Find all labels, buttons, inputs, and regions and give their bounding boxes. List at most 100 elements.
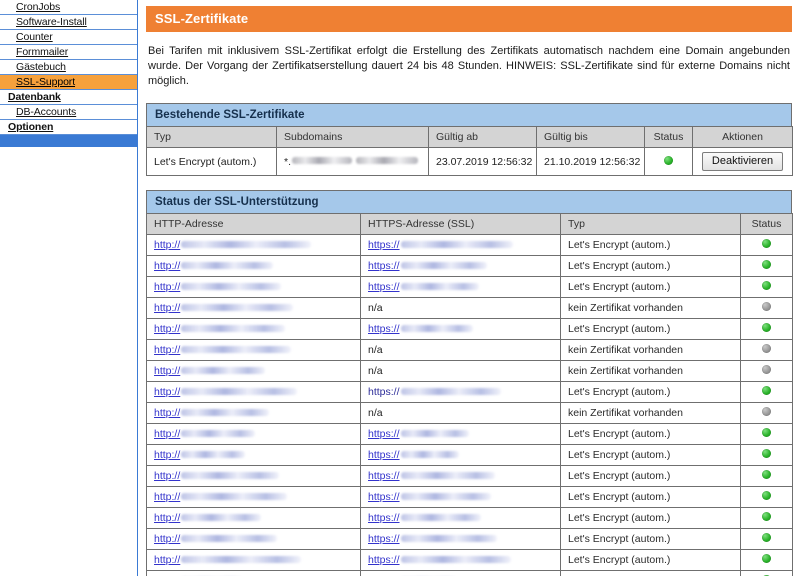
http-address-link[interactable]: http:// (154, 449, 180, 461)
https-address-link[interactable]: https:// (368, 386, 400, 398)
https-address-cell: n/a (360, 297, 561, 319)
http-address-cell[interactable]: http:// (146, 339, 361, 361)
https-address-cell[interactable]: https:// (360, 423, 561, 445)
sidebar-item-optionen[interactable]: Optionen (0, 120, 137, 135)
http-address-link[interactable]: http:// (154, 281, 180, 293)
redacted-text (181, 450, 246, 458)
main-content: SSL-Zertifikate Bei Tarifen mit inklusiv… (138, 0, 800, 576)
status-dot-active (762, 260, 771, 269)
https-address-cell[interactable]: https:// (360, 276, 561, 298)
redacted-text (181, 513, 262, 521)
https-address-link[interactable]: https:// (368, 428, 400, 440)
http-address-cell[interactable]: http:// (146, 297, 361, 319)
redacted-text (181, 303, 294, 311)
http-address-cell[interactable]: http:// (146, 360, 361, 382)
http-address-cell[interactable]: http:// (146, 318, 361, 340)
https-address-cell[interactable]: https:// (360, 444, 561, 466)
https-address-cell[interactable]: https:// (360, 465, 561, 487)
https-address-link[interactable]: https:// (368, 449, 400, 461)
http-address-cell[interactable]: http:// (146, 234, 361, 256)
redacted-text (355, 157, 418, 165)
cert-status-cell (644, 147, 693, 176)
http-address-link[interactable]: http:// (154, 428, 180, 440)
http-address-cell[interactable]: http:// (146, 381, 361, 403)
http-address-link[interactable]: http:// (154, 344, 180, 356)
https-address-cell[interactable]: https:// (360, 486, 561, 508)
certificate-type-cell: kein Zertifikat vorhanden (560, 297, 741, 319)
http-address-cell[interactable]: http:// (146, 465, 361, 487)
https-address-link[interactable]: https:// (368, 533, 400, 545)
ssl-status-cell (740, 444, 793, 466)
status-dot-active (762, 281, 771, 290)
page-root: CronJobs Software-Install Counter Formmaile… (0, 0, 800, 576)
https-address-cell[interactable]: https:// (360, 234, 561, 256)
sidebar-item-g-stebuch[interactable]: Gästebuch (0, 60, 137, 75)
cert-subdomains: *. (276, 147, 429, 176)
sidebar-item-datenbank[interactable]: Datenbank (0, 90, 137, 105)
deactivate-button[interactable]: Deaktivieren (701, 152, 784, 171)
http-address-cell[interactable]: http:// (146, 276, 361, 298)
http-address-cell[interactable]: http:// (146, 507, 361, 529)
http-address-cell[interactable]: http:// (146, 255, 361, 277)
table-row: http:// https:// Let's Encrypt (autom.) (146, 444, 793, 466)
http-address-link[interactable]: http:// (154, 302, 180, 314)
redacted-text (181, 387, 298, 395)
https-address-link[interactable]: https:// (368, 512, 400, 524)
column-header-typ: Typ (146, 126, 277, 148)
http-address-link[interactable]: http:// (154, 323, 180, 335)
https-address-link[interactable]: https:// (368, 323, 400, 335)
http-address-link[interactable]: http:// (154, 260, 180, 272)
status-dot-inactive (762, 344, 771, 353)
sidebar-item-cronjobs[interactable]: CronJobs (0, 0, 137, 15)
https-address-link[interactable]: https:// (368, 260, 400, 272)
cert-valid-from: 23.07.2019 12:56:32 (428, 147, 537, 176)
http-address-link[interactable]: http:// (154, 407, 180, 419)
http-address-cell[interactable]: http:// (146, 486, 361, 508)
redacted-text (400, 471, 495, 479)
status-dot-active (762, 449, 771, 458)
http-address-cell[interactable]: http:// (146, 444, 361, 466)
column-header-typ: Typ (560, 213, 741, 235)
https-address-cell[interactable]: https:// (360, 318, 561, 340)
http-address-link[interactable]: http:// (154, 533, 180, 545)
status-dot-active (762, 323, 771, 332)
page-title: SSL-Zertifikate (146, 6, 792, 32)
http-address-link[interactable]: http:// (154, 512, 180, 524)
http-address-cell[interactable]: http:// (146, 402, 361, 424)
status-dot-inactive (762, 407, 771, 416)
http-address-cell[interactable]: http:// (146, 549, 361, 571)
https-address-link[interactable]: https:// (368, 554, 400, 566)
https-address-cell[interactable]: https:// (360, 549, 561, 571)
https-address-link[interactable]: https:// (368, 470, 400, 482)
https-address-cell[interactable]: https:// (360, 255, 561, 277)
http-address-link[interactable]: http:// (154, 386, 180, 398)
status-dot-inactive (762, 302, 771, 311)
https-address-cell[interactable]: https:// (360, 570, 561, 576)
http-address-link[interactable]: http:// (154, 239, 180, 251)
ssl-status-cell (740, 360, 793, 382)
http-address-cell[interactable]: http:// (146, 528, 361, 550)
https-address-cell[interactable]: https:// (360, 528, 561, 550)
sidebar-item-software-install[interactable]: Software-Install (0, 15, 137, 30)
http-address-link[interactable]: http:// (154, 365, 180, 377)
http-address-cell[interactable]: http:// (146, 570, 361, 576)
http-address-link[interactable]: http:// (154, 491, 180, 503)
ssl-status-cell (740, 339, 793, 361)
sidebar-item-formmailer[interactable]: Formmailer (0, 45, 137, 60)
http-address-link[interactable]: http:// (154, 554, 180, 566)
sidebar-item-counter[interactable]: Counter (0, 30, 137, 45)
https-address-link[interactable]: https:// (368, 281, 400, 293)
https-address-cell[interactable]: https:// (360, 507, 561, 529)
https-address-link[interactable]: https:// (368, 239, 400, 251)
http-address-cell[interactable]: http:// (146, 423, 361, 445)
ssl-status-cell (740, 381, 793, 403)
http-address-link[interactable]: http:// (154, 470, 180, 482)
table-body: Let's Encrypt (autom.) *. 23.07.2019 12:5… (146, 147, 793, 176)
https-address-cell[interactable]: https:// (360, 381, 561, 403)
table-header-row: HTTP-Adresse HTTPS-Adresse (SSL) Typ Status (146, 213, 793, 235)
https-address-link[interactable]: https:// (368, 491, 400, 503)
sidebar-item-db-accounts[interactable]: DB-Accounts (0, 105, 137, 120)
sidebar-item-ssl-support[interactable]: SSL-Support (0, 75, 137, 90)
table-row: http:// https:// Let's Encrypt (autom.) (146, 234, 793, 256)
redacted-text (181, 324, 286, 332)
